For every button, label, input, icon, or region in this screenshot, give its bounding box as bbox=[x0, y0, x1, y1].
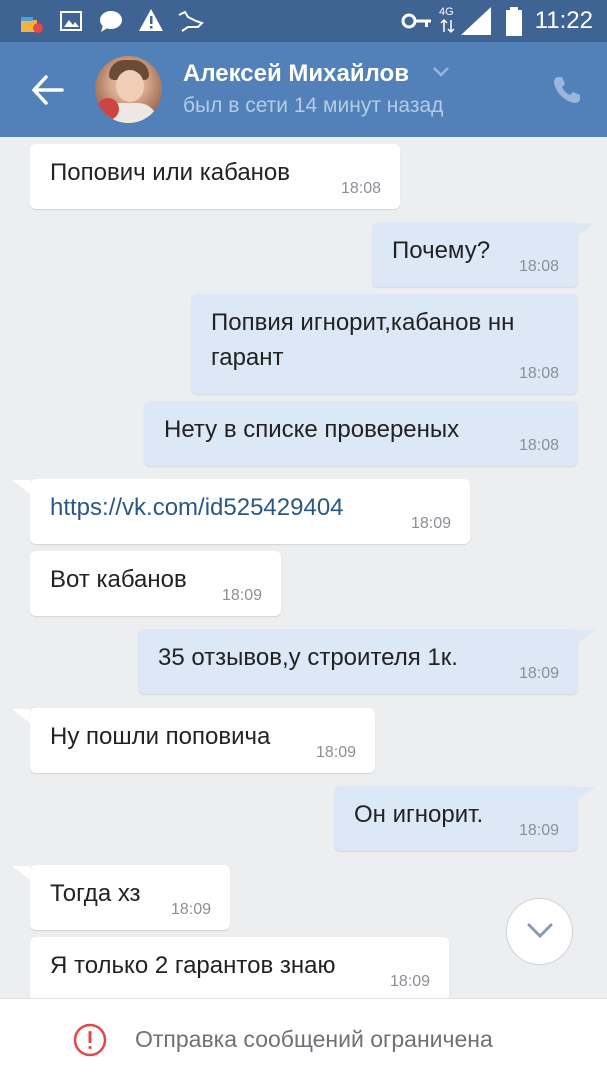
bubble-tail bbox=[577, 787, 595, 801]
restriction-notice: Отправка сообщений ограничена bbox=[135, 1026, 493, 1052]
message-time: 18:09 bbox=[315, 744, 356, 761]
message-incoming[interactable]: https://vk.com/id525429404 18:09 bbox=[30, 479, 470, 544]
message-text: Тогда хз bbox=[50, 880, 141, 907]
scroll-down-button[interactable] bbox=[506, 898, 573, 965]
message-time: 18:09 bbox=[389, 973, 430, 990]
message-time: 18:08 bbox=[340, 180, 381, 197]
battery-icon bbox=[506, 7, 522, 36]
message-time: 18:08 bbox=[518, 437, 559, 454]
bubble-tail bbox=[577, 223, 595, 237]
stork-icon bbox=[178, 10, 204, 32]
message-link[interactable]: https://vk.com/id525429404 bbox=[50, 494, 344, 521]
status-bar: 4G 11:22 bbox=[0, 0, 607, 42]
message-outgoing[interactable]: Он игнорит. 18:09 bbox=[334, 786, 578, 851]
contact-name[interactable]: Алексей Михайлов bbox=[183, 60, 409, 88]
network-type: 4G bbox=[439, 6, 454, 18]
message-outgoing[interactable]: Нету в списке провереных 18:08 bbox=[144, 401, 578, 466]
message-text: Я только 2 гарантов знаю bbox=[50, 952, 336, 979]
vpn-key-icon bbox=[401, 13, 431, 29]
chevron-down-icon bbox=[527, 923, 553, 939]
message-text-line-2: гарант bbox=[211, 344, 284, 371]
gallery-icon bbox=[60, 11, 82, 31]
message-text: 35 отзывов,у строителя 1к. bbox=[158, 644, 458, 671]
back-arrow-icon[interactable] bbox=[30, 72, 66, 108]
message-time: 18:09 bbox=[410, 515, 451, 532]
message-text: Попович или кабанов bbox=[50, 159, 291, 186]
cleaner-app-icon bbox=[21, 17, 43, 33]
data-arrows-icon bbox=[440, 18, 455, 34]
message-time: 18:09 bbox=[221, 587, 262, 604]
last-seen-status: был в сети 14 минут назад bbox=[183, 94, 444, 117]
bubble-tail bbox=[12, 709, 30, 723]
chevron-down-icon[interactable] bbox=[432, 66, 450, 78]
signal-icon bbox=[461, 7, 491, 35]
message-time: 18:08 bbox=[518, 258, 559, 275]
message-text: Попвия игнорит,кабанов нн bbox=[211, 309, 515, 336]
phone-call-icon[interactable] bbox=[551, 74, 583, 106]
warning-icon bbox=[139, 9, 163, 31]
message-outgoing[interactable]: Попвия игнорит,кабанов нн гарант 18:08 bbox=[191, 294, 578, 394]
message-incoming[interactable]: Тогда хз 18:09 bbox=[30, 865, 230, 930]
message-outgoing[interactable]: Почему? 18:08 bbox=[372, 222, 578, 287]
message-incoming[interactable]: Попович или кабанов 18:08 bbox=[30, 144, 400, 209]
message-icon bbox=[100, 11, 122, 32]
bubble-tail bbox=[577, 630, 595, 644]
bubble-tail bbox=[12, 480, 30, 494]
message-time: 18:09 bbox=[518, 665, 559, 682]
message-incoming[interactable]: Ну пошли поповича 18:09 bbox=[30, 708, 375, 773]
message-time: 18:09 bbox=[518, 822, 559, 839]
message-text: Ну пошли поповича bbox=[50, 723, 271, 750]
messaging-restricted-bar: Отправка сообщений ограничена bbox=[0, 998, 607, 1081]
message-time: 18:08 bbox=[518, 365, 559, 382]
message-text: Он игнорит. bbox=[354, 801, 484, 828]
message-incoming[interactable]: Вот кабанов 18:09 bbox=[30, 551, 281, 616]
bubble-tail bbox=[12, 866, 30, 880]
avatar[interactable] bbox=[95, 56, 162, 123]
chat-header: Алексей Михайлов был в сети 14 минут наз… bbox=[0, 42, 607, 137]
message-text: Нету в списке провереных bbox=[164, 416, 460, 443]
error-circle-icon bbox=[73, 1023, 107, 1057]
message-text: Почему? bbox=[392, 237, 491, 264]
message-outgoing[interactable]: 35 отзывов,у строителя 1к. 18:09 bbox=[138, 629, 578, 694]
message-time: 18:09 bbox=[170, 901, 211, 918]
message-text: Вот кабанов bbox=[50, 566, 187, 593]
message-incoming[interactable]: Я только 2 гарантов знаю 18:09 bbox=[30, 937, 449, 1002]
clock: 11:22 bbox=[534, 7, 593, 34]
